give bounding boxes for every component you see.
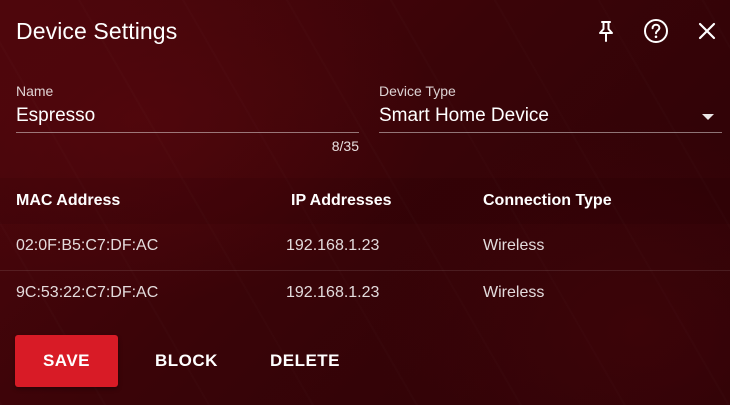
table-header-row: MAC Address IP Addresses Connection Type <box>0 178 730 224</box>
name-label: Name <box>16 83 54 99</box>
table-row: 02:0F:B5:C7:DF:AC 192.168.1.23 Wireless <box>0 224 730 270</box>
mac-address-cell: 02:0F:B5:C7:DF:AC <box>16 237 159 254</box>
device-type-label: Device Type <box>379 83 456 99</box>
column-header-ip-addresses: IP Addresses <box>291 192 392 209</box>
name-input-value: Espresso <box>16 105 96 126</box>
ip-address-cell: 192.168.1.23 <box>286 284 380 301</box>
connection-type-cell: Wireless <box>483 284 545 301</box>
device-settings-dialog: Device Settings Name Espresso 8/35 Devic… <box>0 0 730 405</box>
column-header-connection-type: Connection Type <box>483 192 612 209</box>
delete-button[interactable]: DELETE <box>270 335 340 387</box>
help-icon-glyph <box>644 19 668 43</box>
device-type-select[interactable]: Smart Home Device <box>379 104 722 133</box>
close-icon[interactable] <box>693 17 721 45</box>
dialog-title: Device Settings <box>16 18 178 44</box>
pin-icon-glyph <box>599 21 613 42</box>
ip-address-cell: 192.168.1.23 <box>286 237 380 254</box>
device-type-selected-value: Smart Home Device <box>379 105 549 126</box>
dropdown-arrow-icon <box>702 114 714 120</box>
name-input[interactable]: Espresso <box>16 104 359 133</box>
pin-icon[interactable] <box>592 17 620 45</box>
mac-address-cell: 9C:53:22:C7:DF:AC <box>16 284 159 301</box>
device-addresses-table: MAC Address IP Addresses Connection Type… <box>0 178 730 317</box>
table-row: 9C:53:22:C7:DF:AC 192.168.1.23 Wireless <box>0 270 730 317</box>
dialog-actions: SAVE BLOCK DELETE <box>15 335 340 387</box>
column-header-mac-address: MAC Address <box>16 192 121 209</box>
connection-type-cell: Wireless <box>483 237 545 254</box>
block-button[interactable]: BLOCK <box>155 335 218 387</box>
close-icon-glyph <box>698 22 716 40</box>
name-char-counter: 8/35 <box>331 138 359 154</box>
save-button[interactable]: SAVE <box>15 335 118 387</box>
help-icon[interactable] <box>642 17 670 45</box>
